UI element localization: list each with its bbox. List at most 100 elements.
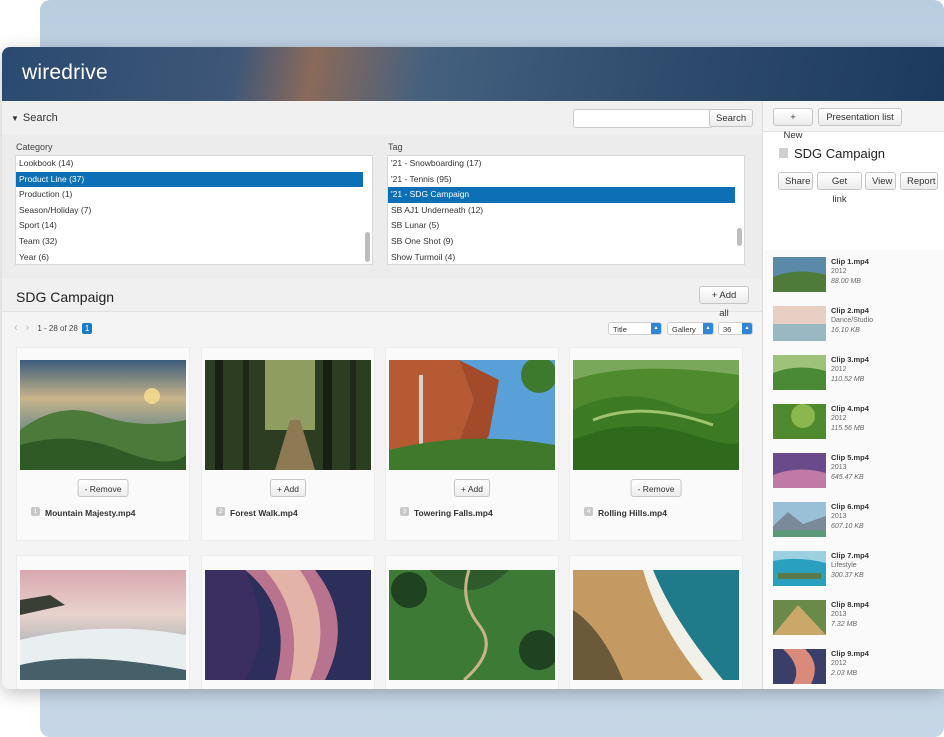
clip-name: Clip 9.mp4 xyxy=(831,649,869,658)
clip-name: Clip 3.mp4 xyxy=(831,355,869,364)
tag-option[interactable]: SB AJ1 Underneath (12) xyxy=(388,203,744,219)
presentation-list-button[interactable]: Presentation list xyxy=(818,108,902,126)
presentation-icon xyxy=(779,148,788,158)
add-all-button[interactable]: + Add all xyxy=(699,286,749,319)
clip-meta: 2013 7.32 MB xyxy=(831,611,858,628)
tag-option-selected[interactable]: '21 - SDG Campaign xyxy=(388,187,735,203)
share-button[interactable]: Share xyxy=(778,172,813,190)
clip-meta: Dance/Studio 16.10 KB xyxy=(831,317,874,334)
beach-thumbnail[interactable] xyxy=(573,570,739,680)
tag-option[interactable]: SB Lunar (5) xyxy=(388,218,744,234)
sort-select[interactable]: Title ▴ xyxy=(608,322,662,335)
item-index: 1 xyxy=(31,507,40,516)
per-page-select[interactable]: 36 ▴ xyxy=(718,322,753,335)
category-option[interactable]: Season/Holiday (7) xyxy=(16,203,372,219)
trail-thumbnail[interactable] xyxy=(389,570,555,680)
chevron-updown-icon: ▴ xyxy=(703,323,713,334)
clip-meta: 2012 115.56 MB xyxy=(831,415,865,432)
clip-meta: 2013 607.10 KB xyxy=(831,513,864,530)
prev-page-icon[interactable]: ‹ xyxy=(14,322,18,334)
clip-item[interactable]: Clip 1.mp4 2012 88.00 MB xyxy=(763,250,944,300)
report-button[interactable]: Report xyxy=(900,172,938,190)
search-bar: ▼ Search Search xyxy=(2,101,762,136)
category-option-selected[interactable]: Product Line (37) xyxy=(16,171,363,188)
remove-button[interactable]: - Remove xyxy=(77,479,129,497)
chevron-updown-icon: ▴ xyxy=(651,323,661,334)
clip-item[interactable]: Clip 5.mp4 2013 645.47 KB xyxy=(763,446,944,496)
category-option[interactable]: Year (6) xyxy=(16,250,372,264)
pagination: ‹ › 1 - 28 of 28 1 xyxy=(14,322,93,334)
search-input[interactable] xyxy=(573,109,713,128)
presentation-sidebar: + New Presentation list SDG Campaign Sha… xyxy=(762,101,944,689)
clip-item[interactable]: Clip 7.mp4 Lifestyle 300.37 KB xyxy=(763,544,944,594)
media-card[interactable] xyxy=(16,555,190,689)
clip-item[interactable]: Clip 4.mp4 2012 115.56 MB xyxy=(763,397,944,447)
canyon-thumbnail[interactable] xyxy=(205,570,371,680)
category-option[interactable]: Team (32) xyxy=(16,234,372,250)
collection-panel: SDG Campaign + Add all ‹ › 1 - 28 of 28 1 T… xyxy=(2,279,762,689)
wiredrive-logo: wiredrive xyxy=(22,61,108,84)
sidebar-toolbar: + New Presentation list xyxy=(763,101,944,141)
media-filename: Mountain Majesty.mp4 xyxy=(45,508,136,518)
media-filename: Forest Walk.mp4 xyxy=(230,508,298,518)
clip-thumbnail xyxy=(773,502,826,537)
clip-thumbnail xyxy=(773,551,826,586)
clip-item[interactable]: Clip 2.mp4 Dance/Studio 16.10 KB xyxy=(763,299,944,349)
item-index: 2 xyxy=(216,507,225,516)
clip-name: Clip 4.mp4 xyxy=(831,404,869,413)
view-button[interactable]: View xyxy=(865,172,896,190)
waterfall-thumbnail[interactable] xyxy=(389,360,555,470)
category-label: Category xyxy=(16,142,53,152)
category-option[interactable]: Lookbook (14) xyxy=(16,156,372,172)
clip-thumbnail xyxy=(773,404,826,439)
category-option[interactable]: Sport (14) xyxy=(16,218,372,234)
media-card[interactable]: + Add 3 Towering Falls.mp4 xyxy=(385,347,559,541)
search-toggle-label: Search xyxy=(22,112,58,124)
media-card[interactable]: - Remove 1 Mountain Majesty.mp4 xyxy=(16,347,190,541)
mountain-thumbnail[interactable] xyxy=(20,360,186,470)
tag-listbox[interactable]: '21 - Snowboarding (17) '21 - Tennis (95… xyxy=(387,155,745,265)
clip-item[interactable]: Clip 3.mp4 2012 110.52 MB xyxy=(763,348,944,398)
clip-name: Clip 6.mp4 xyxy=(831,502,869,511)
search-toggle[interactable]: ▼ Search xyxy=(11,112,58,124)
clip-thumbnail xyxy=(773,453,826,488)
clip-meta: 2013 645.47 KB xyxy=(831,464,864,481)
media-card[interactable] xyxy=(201,555,375,689)
caret-down-icon: ▼ xyxy=(11,114,19,123)
media-card[interactable] xyxy=(385,555,559,689)
tag-option[interactable]: '21 - Tennis (95) xyxy=(388,172,744,188)
item-index: 3 xyxy=(400,507,409,516)
tag-option[interactable]: Show Turmoil (4) xyxy=(388,250,744,264)
clip-item[interactable]: Clip 6.mp4 2013 607.10 KB xyxy=(763,495,944,545)
clip-meta: 2012 2.03 MB xyxy=(831,660,858,677)
clip-item[interactable]: Clip 8.mp4 2013 7.32 MB xyxy=(763,593,944,643)
clip-thumbnail xyxy=(773,649,826,684)
tag-scrollbar[interactable] xyxy=(737,228,742,246)
main-column: ▼ Search Search Category Tag Lookbook (14… xyxy=(2,101,762,689)
forest-thumbnail[interactable] xyxy=(205,360,371,470)
get-link-button[interactable]: Get link xyxy=(817,172,862,205)
remove-button[interactable]: - Remove xyxy=(630,479,682,497)
add-button[interactable]: + Add xyxy=(454,479,490,497)
next-page-icon[interactable]: › xyxy=(26,322,30,334)
category-scrollbar[interactable] xyxy=(365,232,370,262)
media-card[interactable] xyxy=(569,555,743,689)
clip-thumbnail xyxy=(773,600,826,635)
media-card[interactable]: - Remove 4 Rolling Hills.mp4 xyxy=(569,347,743,541)
category-listbox[interactable]: Lookbook (14) Product Line (37) Producti… xyxy=(15,155,373,265)
category-option[interactable]: Production (1) xyxy=(16,187,372,203)
search-button[interactable]: Search xyxy=(709,109,753,127)
clip-name: Clip 8.mp4 xyxy=(831,600,869,609)
tag-option[interactable]: '21 - Snowboarding (17) xyxy=(388,156,744,172)
tag-option[interactable]: SB One Shot (9) xyxy=(388,234,744,250)
media-card[interactable]: + Add 2 Forest Walk.mp4 xyxy=(201,347,375,541)
new-button[interactable]: + New xyxy=(773,108,813,141)
hills-thumbnail[interactable] xyxy=(573,360,739,470)
add-button[interactable]: + Add xyxy=(270,479,306,497)
page-number[interactable]: 1 xyxy=(81,323,93,334)
clip-name: Clip 2.mp4 xyxy=(831,306,869,315)
clip-item[interactable]: Clip 9.mp4 2012 2.03 MB xyxy=(763,642,944,689)
coast-thumbnail[interactable] xyxy=(20,570,186,680)
view-select[interactable]: Gallery ▴ xyxy=(667,322,714,335)
collection-header: SDG Campaign + Add all xyxy=(2,279,762,319)
